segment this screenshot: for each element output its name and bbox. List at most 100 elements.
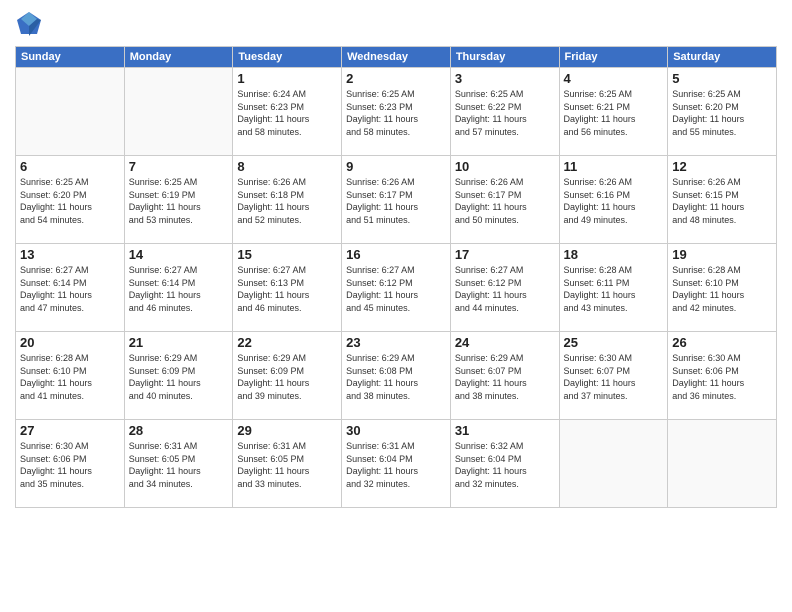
day-number: 19 bbox=[672, 247, 772, 262]
day-number: 16 bbox=[346, 247, 446, 262]
day-info: Sunrise: 6:25 AM Sunset: 6:22 PM Dayligh… bbox=[455, 88, 555, 138]
day-info: Sunrise: 6:31 AM Sunset: 6:05 PM Dayligh… bbox=[237, 440, 337, 490]
day-info: Sunrise: 6:29 AM Sunset: 6:08 PM Dayligh… bbox=[346, 352, 446, 402]
weekday-wednesday: Wednesday bbox=[342, 47, 451, 68]
calendar-cell: 17Sunrise: 6:27 AM Sunset: 6:12 PM Dayli… bbox=[450, 244, 559, 332]
day-info: Sunrise: 6:25 AM Sunset: 6:23 PM Dayligh… bbox=[346, 88, 446, 138]
calendar-cell: 16 Sunrise: 6:27 AM Sunset: 6:12 PM Dayli… bbox=[342, 244, 451, 332]
day-info: Sunrise: 6:28 AM Sunset: 6:11 PM Dayligh… bbox=[564, 264, 664, 314]
calendar-cell: 31 Sunrise: 6:32 AM Sunset: 6:04 PM Dayli… bbox=[450, 420, 559, 508]
day-number: 20 bbox=[20, 335, 120, 350]
weekday-saturday: Saturday bbox=[668, 47, 777, 68]
day-number: 30 bbox=[346, 423, 446, 438]
calendar-cell: 2 Sunrise: 6:25 AM Sunset: 6:23 PM Daylig… bbox=[342, 68, 451, 156]
day-info: Sunrise: 6:27 AM Sunset: 6:12 PM Dayligh… bbox=[455, 264, 555, 314]
day-number: 8 bbox=[237, 159, 337, 174]
day-number: 31 bbox=[455, 423, 555, 438]
day-info: Sunrise: 6:28 AM Sunset: 6:10 PM Dayligh… bbox=[20, 352, 120, 402]
weekday-header-row: SundayMondayTuesdayWednesdayThursdayFrid… bbox=[16, 47, 777, 68]
day-info: Sunrise: 6:30 AM Sunset: 6:06 PM Dayligh… bbox=[20, 440, 120, 490]
day-info: Sunrise: 6:29 AM Sunset: 6:09 PM Dayligh… bbox=[129, 352, 229, 402]
day-info: Sunrise: 6:29 AM Sunset: 6:09 PM Dayligh… bbox=[237, 352, 337, 402]
calendar-cell: 20 Sunrise: 6:28 AM Sunset: 6:10 PM Dayli… bbox=[16, 332, 125, 420]
calendar-cell: 25 Sunrise: 6:30 AM Sunset: 6:07 PM Dayli… bbox=[559, 332, 668, 420]
day-info: Sunrise: 6:30 AM Sunset: 6:06 PM Dayligh… bbox=[672, 352, 772, 402]
day-number: 9 bbox=[346, 159, 446, 174]
calendar-cell: 28Sunrise: 6:31 AM Sunset: 6:05 PM Dayli… bbox=[124, 420, 233, 508]
calendar-cell: 14Sunrise: 6:27 AM Sunset: 6:14 PM Dayli… bbox=[124, 244, 233, 332]
calendar: SundayMondayTuesdayWednesdayThursdayFrid… bbox=[15, 46, 777, 508]
calendar-cell: 18 Sunrise: 6:28 AM Sunset: 6:11 PM Dayli… bbox=[559, 244, 668, 332]
calendar-cell: 19 Sunrise: 6:28 AM Sunset: 6:10 PM Dayli… bbox=[668, 244, 777, 332]
day-info: Sunrise: 6:27 AM Sunset: 6:13 PM Dayligh… bbox=[237, 264, 337, 314]
day-info: Sunrise: 6:30 AM Sunset: 6:07 PM Dayligh… bbox=[564, 352, 664, 402]
day-number: 29 bbox=[237, 423, 337, 438]
calendar-cell: 10 Sunrise: 6:26 AM Sunset: 6:17 PM Dayli… bbox=[450, 156, 559, 244]
day-number: 2 bbox=[346, 71, 446, 86]
header bbox=[15, 10, 777, 38]
calendar-cell: 9 Sunrise: 6:26 AM Sunset: 6:17 PM Daylig… bbox=[342, 156, 451, 244]
day-info: Sunrise: 6:25 AM Sunset: 6:21 PM Dayligh… bbox=[564, 88, 664, 138]
calendar-cell: 29 Sunrise: 6:31 AM Sunset: 6:05 PM Dayli… bbox=[233, 420, 342, 508]
day-number: 12 bbox=[672, 159, 772, 174]
page: SundayMondayTuesdayWednesdayThursdayFrid… bbox=[0, 0, 792, 612]
weekday-thursday: Thursday bbox=[450, 47, 559, 68]
calendar-cell bbox=[668, 420, 777, 508]
calendar-cell bbox=[559, 420, 668, 508]
day-number: 10 bbox=[455, 159, 555, 174]
day-number: 15 bbox=[237, 247, 337, 262]
weekday-monday: Monday bbox=[124, 47, 233, 68]
day-info: Sunrise: 6:26 AM Sunset: 6:15 PM Dayligh… bbox=[672, 176, 772, 226]
day-info: Sunrise: 6:32 AM Sunset: 6:04 PM Dayligh… bbox=[455, 440, 555, 490]
day-number: 13 bbox=[20, 247, 120, 262]
calendar-cell: 30 Sunrise: 6:31 AM Sunset: 6:04 PM Dayli… bbox=[342, 420, 451, 508]
calendar-cell: 8 Sunrise: 6:26 AM Sunset: 6:18 PM Daylig… bbox=[233, 156, 342, 244]
day-number: 3 bbox=[455, 71, 555, 86]
day-number: 25 bbox=[564, 335, 664, 350]
weekday-sunday: Sunday bbox=[16, 47, 125, 68]
calendar-cell: 24Sunrise: 6:29 AM Sunset: 6:07 PM Dayli… bbox=[450, 332, 559, 420]
day-info: Sunrise: 6:25 AM Sunset: 6:19 PM Dayligh… bbox=[129, 176, 229, 226]
day-number: 4 bbox=[564, 71, 664, 86]
calendar-cell: 11Sunrise: 6:26 AM Sunset: 6:16 PM Dayli… bbox=[559, 156, 668, 244]
calendar-cell: 23Sunrise: 6:29 AM Sunset: 6:08 PM Dayli… bbox=[342, 332, 451, 420]
day-number: 14 bbox=[129, 247, 229, 262]
day-info: Sunrise: 6:26 AM Sunset: 6:17 PM Dayligh… bbox=[455, 176, 555, 226]
calendar-cell: 5 Sunrise: 6:25 AM Sunset: 6:20 PM Daylig… bbox=[668, 68, 777, 156]
calendar-cell bbox=[16, 68, 125, 156]
day-info: Sunrise: 6:29 AM Sunset: 6:07 PM Dayligh… bbox=[455, 352, 555, 402]
day-info: Sunrise: 6:31 AM Sunset: 6:04 PM Dayligh… bbox=[346, 440, 446, 490]
calendar-week-4: 20 Sunrise: 6:28 AM Sunset: 6:10 PM Dayli… bbox=[16, 332, 777, 420]
day-info: Sunrise: 6:26 AM Sunset: 6:17 PM Dayligh… bbox=[346, 176, 446, 226]
logo-icon bbox=[15, 10, 43, 38]
day-number: 7 bbox=[129, 159, 229, 174]
day-info: Sunrise: 6:24 AM Sunset: 6:23 PM Dayligh… bbox=[237, 88, 337, 138]
day-number: 21 bbox=[129, 335, 229, 350]
calendar-cell: 27 Sunrise: 6:30 AM Sunset: 6:06 PM Dayli… bbox=[16, 420, 125, 508]
calendar-week-1: 1 Sunrise: 6:24 AM Sunset: 6:23 PM Daylig… bbox=[16, 68, 777, 156]
calendar-cell: 21 Sunrise: 6:29 AM Sunset: 6:09 PM Dayli… bbox=[124, 332, 233, 420]
day-number: 26 bbox=[672, 335, 772, 350]
day-number: 6 bbox=[20, 159, 120, 174]
day-info: Sunrise: 6:28 AM Sunset: 6:10 PM Dayligh… bbox=[672, 264, 772, 314]
calendar-cell: 1 Sunrise: 6:24 AM Sunset: 6:23 PM Daylig… bbox=[233, 68, 342, 156]
calendar-cell bbox=[124, 68, 233, 156]
day-info: Sunrise: 6:31 AM Sunset: 6:05 PM Dayligh… bbox=[129, 440, 229, 490]
day-info: Sunrise: 6:26 AM Sunset: 6:18 PM Dayligh… bbox=[237, 176, 337, 226]
logo bbox=[15, 10, 46, 38]
day-number: 27 bbox=[20, 423, 120, 438]
calendar-header: SundayMondayTuesdayWednesdayThursdayFrid… bbox=[16, 47, 777, 68]
calendar-body: 1 Sunrise: 6:24 AM Sunset: 6:23 PM Daylig… bbox=[16, 68, 777, 508]
day-number: 5 bbox=[672, 71, 772, 86]
calendar-cell: 12 Sunrise: 6:26 AM Sunset: 6:15 PM Dayli… bbox=[668, 156, 777, 244]
calendar-cell: 4 Sunrise: 6:25 AM Sunset: 6:21 PM Daylig… bbox=[559, 68, 668, 156]
weekday-tuesday: Tuesday bbox=[233, 47, 342, 68]
day-number: 1 bbox=[237, 71, 337, 86]
calendar-week-2: 6Sunrise: 6:25 AM Sunset: 6:20 PM Daylig… bbox=[16, 156, 777, 244]
day-info: Sunrise: 6:25 AM Sunset: 6:20 PM Dayligh… bbox=[672, 88, 772, 138]
calendar-cell: 22Sunrise: 6:29 AM Sunset: 6:09 PM Dayli… bbox=[233, 332, 342, 420]
calendar-cell: 6Sunrise: 6:25 AM Sunset: 6:20 PM Daylig… bbox=[16, 156, 125, 244]
day-number: 18 bbox=[564, 247, 664, 262]
weekday-friday: Friday bbox=[559, 47, 668, 68]
day-info: Sunrise: 6:27 AM Sunset: 6:12 PM Dayligh… bbox=[346, 264, 446, 314]
